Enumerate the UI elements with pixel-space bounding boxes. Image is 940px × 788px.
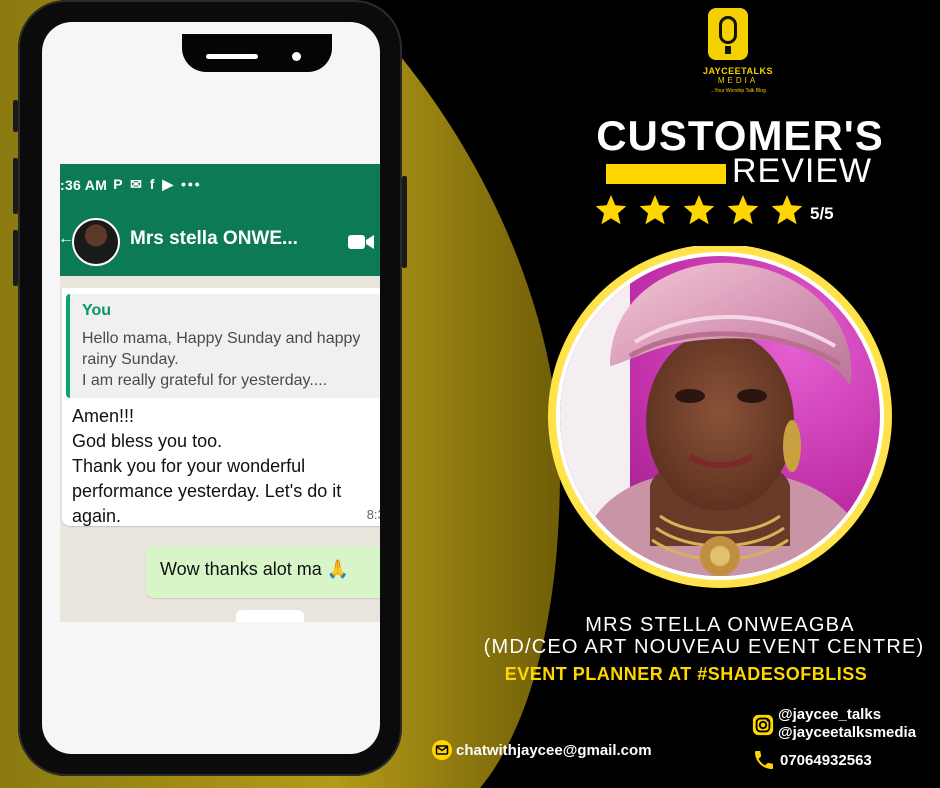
microphone-icon — [708, 8, 748, 60]
message-text: Amen!!! God bless you too. Thank you for… — [72, 406, 342, 526]
message-time: 8:35 — [366, 507, 380, 522]
star-icon — [678, 194, 720, 228]
customer-portrait — [548, 246, 892, 588]
instagram-icon — [752, 714, 774, 736]
logo-sub: MEDIA — [717, 76, 759, 85]
whatsapp-chat: :36 AM P ✉ f ▶ ••• ← Mrs stella ONWE... … — [60, 164, 380, 622]
contact-name[interactable]: Mrs stella ONWE... — [130, 228, 298, 250]
instagram-contact[interactable]: @jaycee_talks @jayceetalksmedia — [752, 706, 916, 741]
quoted-author: You — [82, 302, 112, 319]
message-text: Wow thanks alot ma 🙏 — [160, 559, 350, 579]
instagram-handle: @jaycee_talks — [778, 706, 882, 723]
phone-frame: :36 AM P ✉ f ▶ ••• ← Mrs stella ONWE... … — [18, 0, 402, 776]
contact-avatar[interactable] — [72, 218, 120, 266]
logo-name: JAYCEETALKS — [702, 66, 774, 76]
quoted-text: Hello mama, Happy Sunday and happy rainy… — [82, 330, 361, 389]
instagram-handle: @jayceetalksmedia — [778, 724, 917, 741]
review-subtitle: REVIEW — [732, 152, 873, 190]
incoming-message: You Hello mama, Happy Sunday and happy r… — [62, 288, 380, 526]
speaker-grille — [206, 54, 258, 59]
phone-icon — [755, 751, 773, 769]
accent-bar — [606, 164, 726, 184]
jayceetalks-logo: JAYCEETALKS MEDIA ...Your Worship Talk B… — [686, 8, 790, 104]
customer-title: (MD/CEO ART NOUVEAU EVENT CENTRE) — [483, 636, 925, 658]
star-icon — [722, 194, 764, 228]
email-address: chatwithjaycee@gmail.com — [456, 741, 652, 759]
star-icon — [590, 194, 632, 228]
rating-score: 5/5 — [810, 204, 834, 223]
rating-stars — [590, 194, 808, 228]
phone-notch — [182, 34, 332, 72]
email-contact[interactable]: chatwithjaycee@gmail.com — [432, 740, 652, 760]
status-time: :36 AM — [60, 176, 108, 193]
video-call-icon[interactable] — [348, 234, 374, 250]
phone-contact[interactable]: 07064932563 — [752, 748, 872, 772]
chat-header: :36 AM P ✉ f ▶ ••• ← Mrs stella ONWE... — [60, 164, 380, 276]
phone-power-button — [402, 176, 407, 268]
quoted-message[interactable]: You Hello mama, Happy Sunday and happy r… — [66, 294, 380, 398]
customer-role: EVENT PLANNER AT #SHADESOFBLISS — [504, 664, 868, 684]
phone-number: 07064932563 — [780, 751, 872, 769]
logo-tagline: ...Your Worship Talk Blog — [710, 88, 766, 94]
status-bar: :36 AM P ✉ f ▶ ••• — [60, 176, 202, 193]
notification-icons: P ✉ f ▶ ••• — [113, 176, 202, 192]
email-icon — [432, 740, 452, 760]
star-icon — [634, 194, 676, 228]
phone-screen: :36 AM P ✉ f ▶ ••• ← Mrs stella ONWE... … — [42, 22, 380, 754]
outgoing-message: Wow thanks alot ma 🙏 8 — [146, 546, 380, 598]
date-chip — [236, 610, 304, 622]
front-camera — [292, 52, 301, 61]
star-icon — [766, 194, 808, 228]
customer-name: MRS STELLA ONWEAGBA — [585, 614, 855, 636]
